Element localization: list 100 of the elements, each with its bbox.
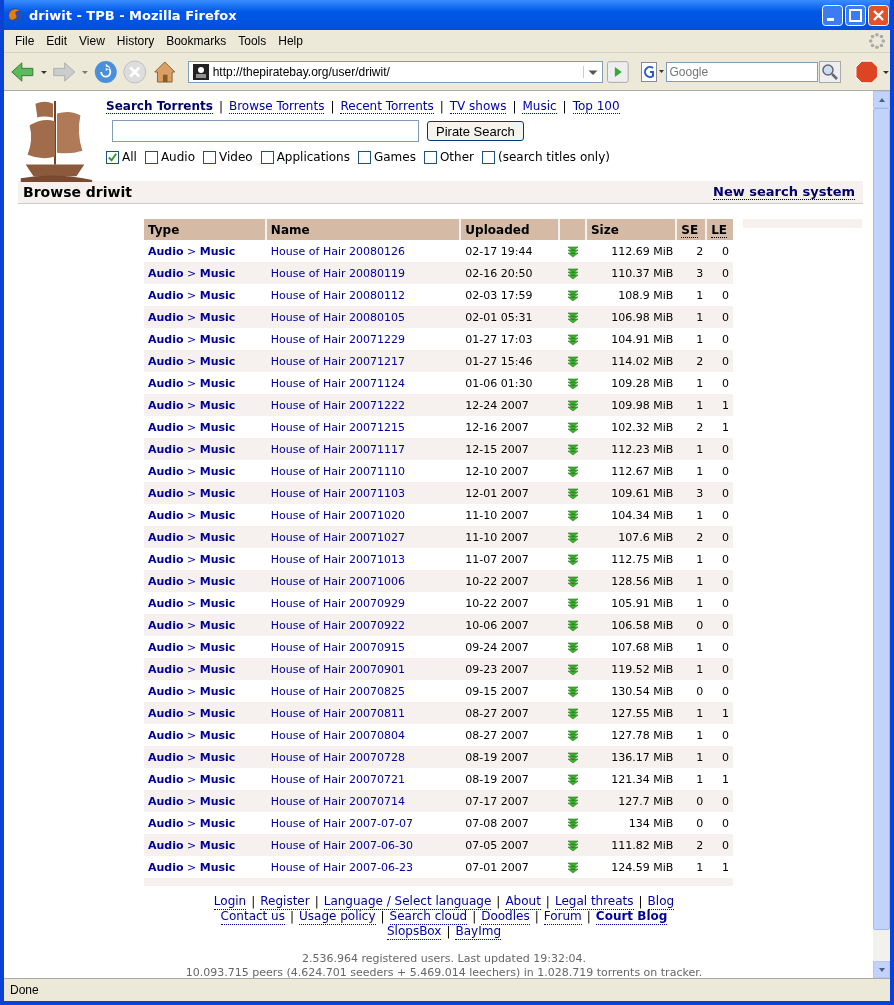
category-link[interactable]: Audio > Music	[148, 420, 236, 434]
category-link[interactable]: Audio > Music	[148, 552, 236, 566]
search-icon[interactable]	[818, 60, 841, 83]
download-arrow-icon[interactable]	[567, 861, 580, 874]
download-arrow-icon[interactable]	[567, 377, 580, 390]
menu-item[interactable]: Edit	[41, 34, 75, 48]
download-arrow-icon[interactable]	[567, 663, 580, 676]
search-button[interactable]: Pirate Search	[427, 121, 524, 141]
download-arrow-icon[interactable]	[567, 465, 580, 478]
download-arrow-icon[interactable]	[567, 575, 580, 588]
footer-link[interactable]: Court Blog	[595, 910, 668, 925]
checkbox[interactable]	[106, 150, 119, 164]
category-link[interactable]: Audio > Music	[148, 288, 236, 302]
checkbox[interactable]	[203, 150, 216, 164]
checkbox-label[interactable]: Games	[373, 150, 416, 164]
download-arrow-icon[interactable]	[567, 751, 580, 764]
footer-link[interactable]: Language / Select language	[323, 895, 492, 910]
footer-link[interactable]: Login	[213, 895, 247, 910]
category-link[interactable]: Audio > Music	[148, 508, 236, 522]
torrent-link[interactable]: House of Hair 20071229	[270, 332, 405, 346]
torrent-link[interactable]: House of Hair 2007-06-23	[270, 860, 413, 874]
torrent-link[interactable]: House of Hair 20070804	[270, 728, 405, 742]
torrent-link[interactable]: House of Hair 20070721	[270, 772, 405, 786]
nav-link[interactable]: Browse Torrents	[228, 100, 325, 114]
home-icon[interactable]	[152, 58, 178, 85]
category-link[interactable]: Audio > Music	[148, 640, 236, 654]
checkbox-label[interactable]: All	[122, 150, 137, 164]
menu-item[interactable]: Help	[273, 34, 310, 48]
download-arrow-icon[interactable]	[567, 795, 580, 808]
download-arrow-icon[interactable]	[567, 597, 580, 610]
download-arrow-icon[interactable]	[567, 355, 580, 368]
checkbox[interactable]	[260, 150, 274, 164]
download-arrow-icon[interactable]	[567, 421, 580, 434]
torrent-link[interactable]: House of Hair 20080112	[270, 288, 405, 302]
footer-link[interactable]: About	[505, 895, 541, 910]
download-arrow-icon[interactable]	[567, 641, 580, 654]
checkbox-label[interactable]: Video	[219, 150, 253, 164]
web-search-field[interactable]: Google	[665, 61, 818, 82]
scrollbar[interactable]	[873, 91, 890, 978]
maximize-button[interactable]	[845, 4, 866, 26]
download-arrow-icon[interactable]	[567, 839, 580, 852]
download-arrow-icon[interactable]	[567, 685, 580, 698]
download-arrow-icon[interactable]	[567, 267, 580, 280]
nav-link[interactable]: TV shows	[449, 100, 507, 114]
footer-link[interactable]: Register	[260, 895, 310, 910]
checkbox-label[interactable]: Audio	[160, 150, 195, 164]
torrent-link[interactable]: House of Hair 20070929	[270, 596, 405, 610]
footer-link[interactable]: SlopsBox	[386, 925, 442, 940]
download-arrow-icon[interactable]	[567, 619, 580, 632]
download-arrow-icon[interactable]	[567, 707, 580, 720]
menu-item[interactable]: History	[111, 34, 162, 48]
download-arrow-icon[interactable]	[567, 289, 580, 302]
download-arrow-icon[interactable]	[567, 245, 580, 258]
download-arrow-icon[interactable]	[567, 399, 580, 412]
checkbox-label[interactable]: (search titles only)	[498, 150, 610, 164]
menu-item[interactable]: Bookmarks	[161, 34, 234, 48]
checkbox[interactable]	[144, 150, 158, 164]
nav-link[interactable]: Search Torrents	[106, 100, 213, 114]
menu-item[interactable]: Tools	[233, 34, 274, 48]
torrent-link[interactable]: House of Hair 20071013	[270, 552, 405, 566]
footer-link[interactable]: Search cloud	[389, 910, 468, 925]
menu-item[interactable]: View	[74, 34, 112, 48]
download-arrow-icon[interactable]	[567, 487, 580, 500]
download-arrow-icon[interactable]	[567, 553, 580, 566]
torrent-link[interactable]: House of Hair 20071020	[270, 508, 405, 522]
category-link[interactable]: Audio > Music	[148, 684, 236, 698]
category-link[interactable]: Audio > Music	[148, 728, 236, 742]
download-arrow-icon[interactable]	[567, 531, 580, 544]
category-link[interactable]: Audio > Music	[148, 596, 236, 610]
download-arrow-icon[interactable]	[567, 443, 580, 456]
category-link[interactable]: Audio > Music	[148, 376, 236, 390]
nav-link[interactable]: Recent Torrents	[340, 100, 434, 114]
category-link[interactable]: Audio > Music	[148, 332, 236, 346]
address-field[interactable]: http://thepiratebay.org/user/driwit/	[187, 60, 603, 83]
download-arrow-icon[interactable]	[567, 509, 580, 522]
footer-link[interactable]: Doodles	[481, 910, 530, 925]
torrent-link[interactable]: House of Hair 20071124	[270, 376, 405, 390]
footer-link[interactable]: Contact us	[220, 910, 285, 925]
download-arrow-icon[interactable]	[567, 311, 580, 324]
nav-link[interactable]: Music	[522, 100, 557, 114]
torrent-link[interactable]: House of Hair 2007-07-07	[270, 816, 413, 830]
category-link[interactable]: Audio > Music	[148, 816, 236, 830]
category-link[interactable]: Audio > Music	[148, 244, 236, 258]
menu-item[interactable]: File	[10, 34, 42, 48]
category-link[interactable]: Audio > Music	[148, 860, 236, 874]
download-arrow-icon[interactable]	[567, 729, 580, 742]
category-link[interactable]: Audio > Music	[148, 772, 236, 786]
new-search-link[interactable]: New search system	[713, 184, 855, 200]
torrent-link[interactable]: House of Hair 20070915	[270, 640, 405, 654]
checkbox[interactable]	[423, 150, 437, 164]
torrent-link[interactable]: House of Hair 20080126	[270, 244, 405, 258]
nav-link[interactable]: Top 100	[572, 100, 620, 114]
checkbox-label[interactable]: Other	[439, 150, 474, 164]
footer-link[interactable]: Blog	[647, 895, 675, 910]
torrent-link[interactable]: House of Hair 20071215	[270, 420, 405, 434]
download-arrow-icon[interactable]	[567, 773, 580, 786]
category-link[interactable]: Audio > Music	[148, 464, 236, 478]
footer-link[interactable]: Usage policy	[299, 910, 376, 925]
checkbox[interactable]	[357, 150, 371, 164]
google-logo-icon[interactable]	[640, 61, 665, 82]
